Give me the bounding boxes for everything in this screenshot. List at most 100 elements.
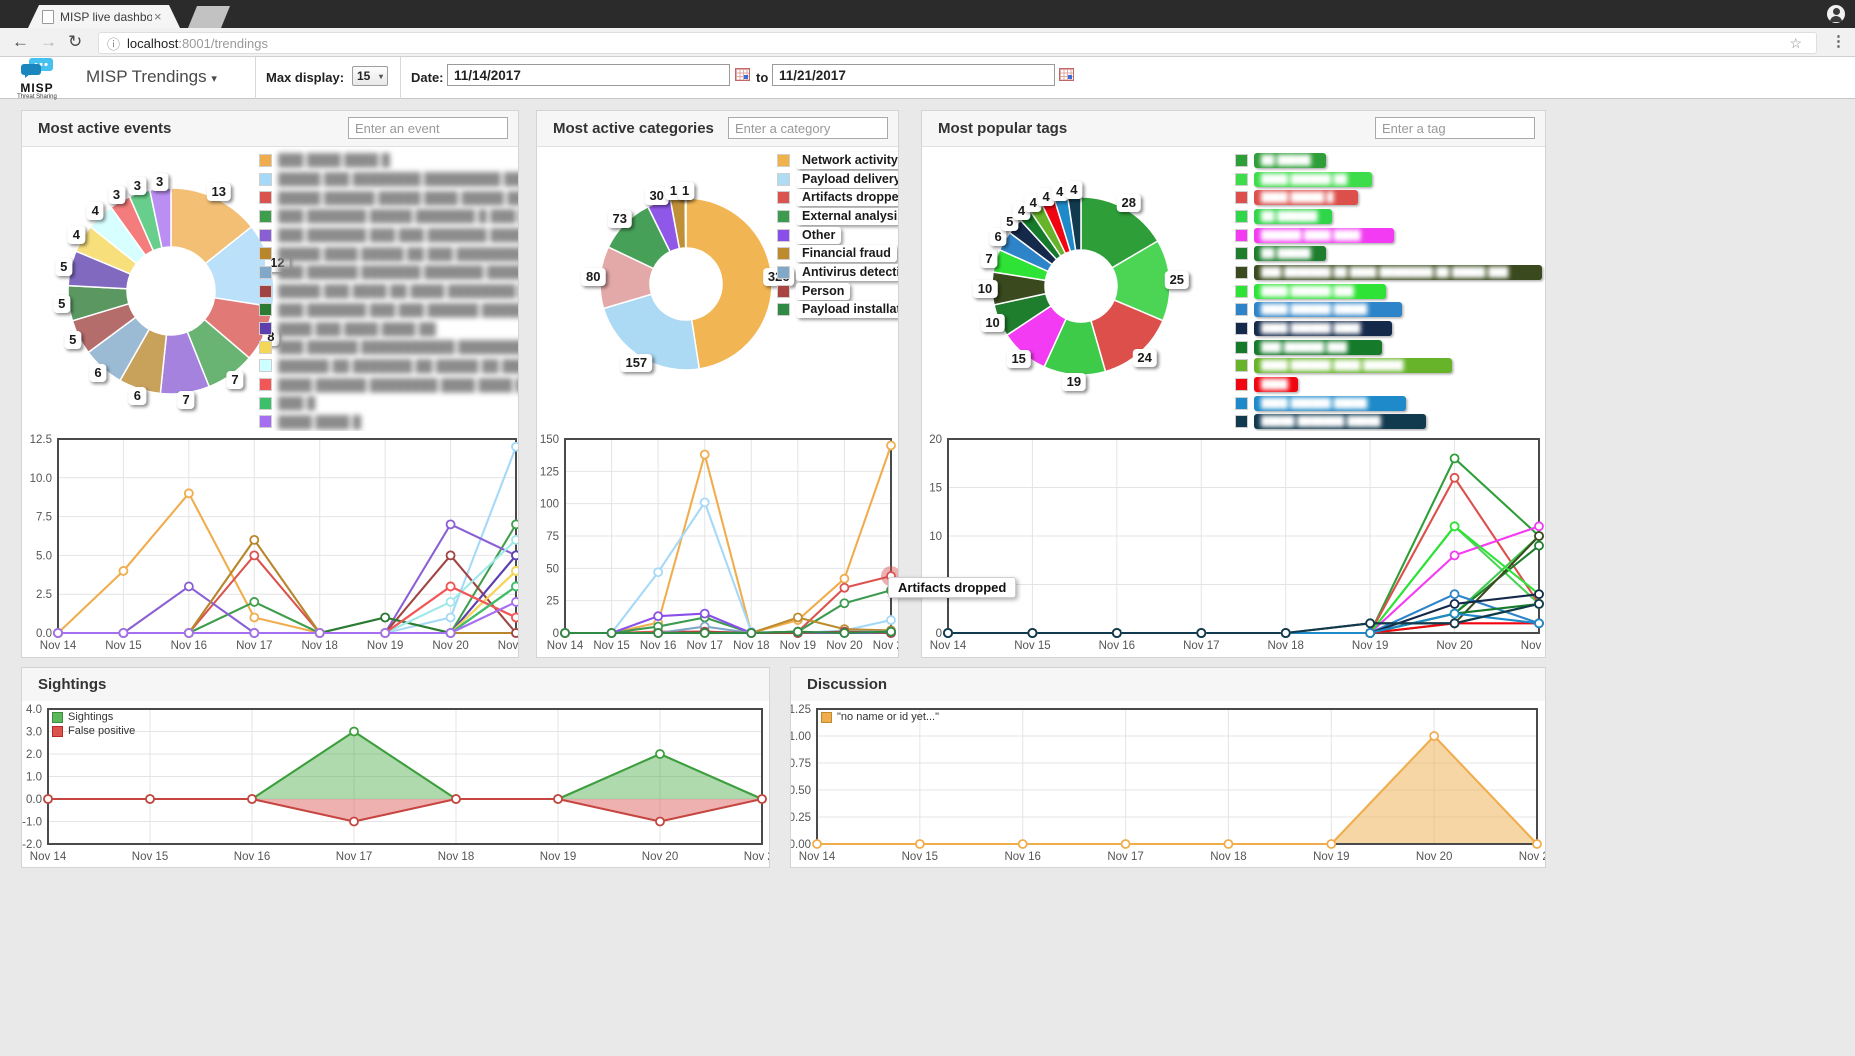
category-filter-input[interactable] (728, 117, 888, 139)
tag-badge: ██ █████ (1254, 246, 1326, 261)
svg-text:Nov 18: Nov 18 (733, 640, 769, 652)
donut-value-label: 5 (53, 295, 70, 313)
legend-item: Artifacts dropped (777, 188, 899, 207)
legend-item: █████ ████ █████ ██ ███ ████████ ██ (259, 244, 519, 263)
date-to-label: to (756, 70, 768, 85)
max-display-select[interactable]: 15 ▾ (352, 66, 388, 86)
legend-color-swatch (777, 154, 790, 167)
legend-color-swatch (1235, 266, 1248, 279)
tag-badge: ████ ██████ █████ (1254, 396, 1406, 411)
svg-text:0.0: 0.0 (26, 794, 42, 806)
legend-color-swatch (259, 229, 272, 242)
svg-text:20: 20 (929, 434, 942, 446)
legend-color-swatch (259, 266, 272, 279)
tag-label-blurred: ██ ██████ (1261, 211, 1318, 222)
legend-item: ███ █ (259, 394, 519, 413)
donut-value-label: 3 (151, 173, 168, 191)
legend-color-swatch (1235, 378, 1248, 391)
legend-color-swatch (259, 397, 272, 410)
legend-item: Other (777, 226, 899, 245)
url-path: :8001/trendings (178, 36, 268, 51)
legend-label: Sightings (68, 711, 113, 723)
tag-filter-input[interactable] (1375, 117, 1535, 139)
svg-text:0: 0 (936, 628, 942, 640)
refresh-icon[interactable]: ↻ (68, 31, 82, 53)
legend-item: █████ ██████ █████ ████ █████ ███ ██ (259, 188, 519, 207)
legend-color-swatch (1235, 397, 1248, 410)
donut-value-label: 6 (990, 228, 1007, 246)
svg-text:0: 0 (553, 628, 559, 640)
discussion-area-chart[interactable]: 1.251.000.750.500.250.00Nov 14Nov 15Nov … (791, 701, 1546, 868)
svg-text:Nov 20: Nov 20 (642, 851, 678, 863)
browser-menu-icon[interactable]: ⋮ (1831, 32, 1846, 50)
svg-text:Nov 20: Nov 20 (432, 640, 468, 652)
legend-item: ███ ███████ ██ ████ ████████ ██ █████ ██… (1235, 263, 1542, 282)
tag-label-blurred: ████ ██████ ███ (1261, 286, 1354, 297)
tag-label-blurred: ██████ ████ ████ (1261, 230, 1361, 241)
nav-title-dropdown[interactable]: MISP Trendings ▾ (86, 67, 217, 87)
svg-text:5.0: 5.0 (36, 550, 52, 562)
legend-label-blurred: ███ ██████ ███████████ █████████ █ (278, 340, 519, 354)
panel-header: Sightings (22, 668, 769, 702)
tag-label-blurred: █████ ███████ █████ (1261, 416, 1381, 427)
tag-badge: ████ ██████ ███ (1254, 284, 1386, 299)
categories-line-chart[interactable]: 0255075100125150Nov 14Nov 15Nov 16Nov 17… (537, 431, 899, 658)
forward-icon[interactable]: → (40, 31, 57, 53)
legend-item: ████ ██████ ████ ██████ (1235, 357, 1542, 376)
legend-item: ████ ██████ ██ (1235, 170, 1542, 189)
legend-label: Antivirus detection (796, 264, 899, 281)
sightings-legend: SightingsFalse positive (52, 710, 135, 738)
legend-item: ███ ███████ ███ ███ ███████ ████ █ (259, 226, 519, 245)
tab-close-icon[interactable]: × (154, 9, 162, 24)
legend-item: ████ ██████ ████ (1235, 319, 1542, 338)
legend-label-blurred: ████ ████ █ (278, 415, 361, 429)
date-from-input[interactable] (447, 64, 730, 86)
back-icon[interactable]: ← (12, 31, 29, 53)
tag-badge: ████ ██████ ████ (1254, 321, 1392, 336)
svg-text:Nov 15: Nov 15 (593, 640, 629, 652)
calendar-icon[interactable] (735, 68, 750, 81)
tag-badge: ████ ██████ ████ ██████ (1254, 358, 1452, 373)
profile-icon[interactable] (1827, 5, 1845, 23)
svg-text:Nov 19: Nov 19 (780, 640, 816, 652)
donut-value-label: 7 (178, 391, 195, 409)
events-line-chart[interactable]: 0.02.55.07.510.012.5Nov 14Nov 15Nov 16No… (22, 431, 519, 658)
legend-color-swatch (821, 712, 832, 723)
tag-label-blurred: ████ ██████ ██ (1261, 174, 1347, 185)
legend-color-swatch (1235, 415, 1248, 428)
svg-text:50: 50 (546, 563, 559, 575)
legend-color-swatch (777, 303, 790, 316)
misp-logo-icon (18, 58, 56, 78)
date-to-input[interactable] (772, 64, 1055, 86)
brand-name: MISP (10, 83, 64, 94)
legend-label-blurred: ████ ███ ████ ████ ██ (278, 322, 436, 336)
tag-badge: ████ █████ █ (1254, 190, 1358, 205)
url-field[interactable]: ⓘ localhost :8001/trendings ☆ (98, 32, 1817, 54)
bookmark-star-icon[interactable]: ☆ (1789, 33, 1802, 53)
tags-donut-chart[interactable]: 2825241915101076544444 (922, 146, 1242, 432)
svg-text:1.00: 1.00 (790, 731, 811, 743)
tab-title: MISP live dashboar (60, 10, 152, 24)
svg-text:0.0: 0.0 (36, 628, 52, 640)
page-info-icon[interactable]: ⓘ (107, 34, 120, 53)
donut-value-label: 10 (980, 314, 1004, 332)
new-tab-button[interactable] (188, 6, 230, 28)
legend-item: █████ ███ ████ ██ ████ ████████ ████ █ (259, 282, 519, 301)
tag-badge: ██████ ████ ████ (1254, 228, 1394, 243)
calendar-icon[interactable] (1059, 68, 1074, 81)
tag-label-blurred: ██ █████ (1261, 155, 1311, 166)
legend-color-swatch (52, 712, 63, 723)
nav-title-label: MISP Trendings (86, 67, 207, 86)
event-filter-input[interactable] (348, 117, 508, 139)
legend-item: ████ ██████ █████ (1235, 394, 1542, 413)
tag-label-blurred: ████ ██████ ████ ██████ (1261, 360, 1404, 371)
svg-text:Nov 19: Nov 19 (1352, 640, 1388, 652)
misp-logo: MISP Threat Sharing (10, 58, 64, 101)
legend-item: Network activity (777, 151, 899, 170)
legend-color-swatch (1235, 191, 1248, 204)
svg-text:Nov 21: Nov 21 (498, 640, 519, 652)
svg-text:7.5: 7.5 (36, 512, 52, 524)
tags-line-chart[interactable]: 05101520Nov 14Nov 15Nov 16Nov 17Nov 18No… (922, 431, 1546, 658)
browser-tab[interactable]: MISP live dashboar × (28, 5, 180, 28)
legend-label: External analysis (796, 208, 899, 225)
